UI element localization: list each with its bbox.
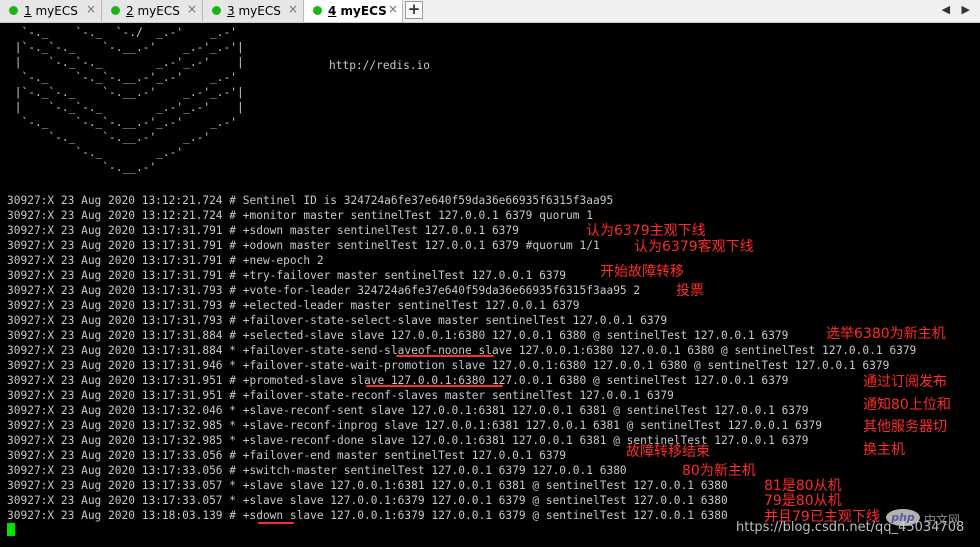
log-line: 30927:X 23 Aug 2020 13:17:31.791 # +odow… — [7, 239, 600, 252]
php-watermark-text: 中文网 — [924, 513, 961, 527]
session-status-icon — [9, 6, 18, 15]
annotation: 换主机 — [863, 442, 905, 458]
log-line: 30927:X 23 Aug 2020 13:17:31.884 # +sele… — [7, 329, 789, 342]
tab-label: 1 myECS — [24, 4, 78, 18]
terminal-cursor — [7, 523, 15, 536]
log-line: 30927:X 23 Aug 2020 13:17:31.791 # +try-… — [7, 269, 567, 282]
log-line: 30927:X 23 Aug 2020 13:17:31.793 # +elec… — [7, 299, 580, 312]
annotation: 开始故障转移 — [600, 264, 684, 280]
tab-3[interactable]: 3 myECS × — [203, 0, 304, 22]
tab-label: 3 myECS — [227, 4, 281, 18]
close-icon[interactable]: × — [288, 2, 298, 16]
annotation: 79是80从机 — [764, 493, 842, 509]
tab-4[interactable]: 4 myECS × — [304, 0, 403, 22]
log-line: 30927:X 23 Aug 2020 13:18:03.139 # +sdow… — [7, 509, 728, 522]
log-line: 30927:X 23 Aug 2020 13:17:31.793 # +vote… — [7, 284, 641, 297]
annotation: 选举6380为新主机 — [826, 326, 946, 342]
session-status-icon — [111, 6, 120, 15]
annotation: 通知80上位和 — [863, 397, 951, 413]
underline-mark — [366, 385, 503, 387]
close-icon[interactable]: × — [388, 2, 398, 16]
session-status-icon — [212, 6, 221, 15]
log-line: 30927:X 23 Aug 2020 13:17:31.951 # +fail… — [7, 389, 674, 402]
redis-logo-ascii: `-._ `-._ `-./ _.-' _.-' |`-._`-._ `-.__… — [14, 26, 244, 174]
terminal-output[interactable]: `-._ `-._ `-./ _.-' _.-' |`-._`-._ `-.__… — [0, 23, 980, 547]
log-line: 30927:X 23 Aug 2020 13:17:32.985 * +slav… — [7, 419, 822, 432]
log-line: 30927:X 23 Aug 2020 13:17:31.791 # +sdow… — [7, 224, 519, 237]
close-icon[interactable]: × — [187, 2, 197, 16]
tab-bar: 1 myECS × 2 myECS × 3 myECS × 4 myECS × … — [0, 0, 980, 23]
annotation: 通过订阅发布 — [863, 374, 947, 390]
tab-2[interactable]: 2 myECS × — [102, 0, 203, 22]
annotation: 认为6379主观下线 — [586, 223, 706, 239]
close-icon[interactable]: × — [86, 2, 96, 16]
annotation: 认为6379客观下线 — [634, 239, 754, 255]
log-line: 30927:X 23 Aug 2020 13:12:21.724 # Senti… — [7, 194, 614, 207]
annotation: 80为新主机 — [682, 463, 756, 479]
tab-label: 2 myECS — [126, 4, 180, 18]
tab-1[interactable]: 1 myECS × — [0, 0, 102, 22]
annotation: 故障转移结束 — [626, 444, 710, 460]
session-status-icon — [313, 6, 322, 15]
redis-url: http://redis.io — [329, 59, 431, 72]
underline-mark — [396, 355, 494, 357]
underline-mark — [258, 522, 294, 524]
tab-scroll-arrows-icon[interactable]: ◀ ▶ — [942, 3, 974, 16]
log-line: 30927:X 23 Aug 2020 13:17:33.057 * +slav… — [7, 494, 728, 507]
annotation: 其他服务器切 — [863, 419, 947, 435]
log-line: 30927:X 23 Aug 2020 13:12:21.724 # +moni… — [7, 209, 593, 222]
annotation: 81是80从机 — [764, 478, 842, 494]
log-line: 30927:X 23 Aug 2020 13:17:31.791 # +new-… — [7, 254, 324, 267]
php-logo: php — [886, 509, 920, 526]
log-line: 30927:X 23 Aug 2020 13:17:31.793 # +fail… — [7, 314, 668, 327]
add-tab-button[interactable]: + — [405, 1, 423, 19]
log-line: 30927:X 23 Aug 2020 13:17:31.946 * +fail… — [7, 359, 890, 372]
tab-label: 4 myECS — [328, 4, 387, 18]
log-line: 30927:X 23 Aug 2020 13:17:33.057 * +slav… — [7, 479, 728, 492]
log-line: 30927:X 23 Aug 2020 13:17:33.056 # +fail… — [7, 449, 567, 462]
log-line: 30927:X 23 Aug 2020 13:17:32.046 * +slav… — [7, 404, 809, 417]
log-line: 30927:X 23 Aug 2020 13:17:33.056 # +swit… — [7, 464, 627, 477]
annotation: 投票 — [676, 283, 704, 299]
